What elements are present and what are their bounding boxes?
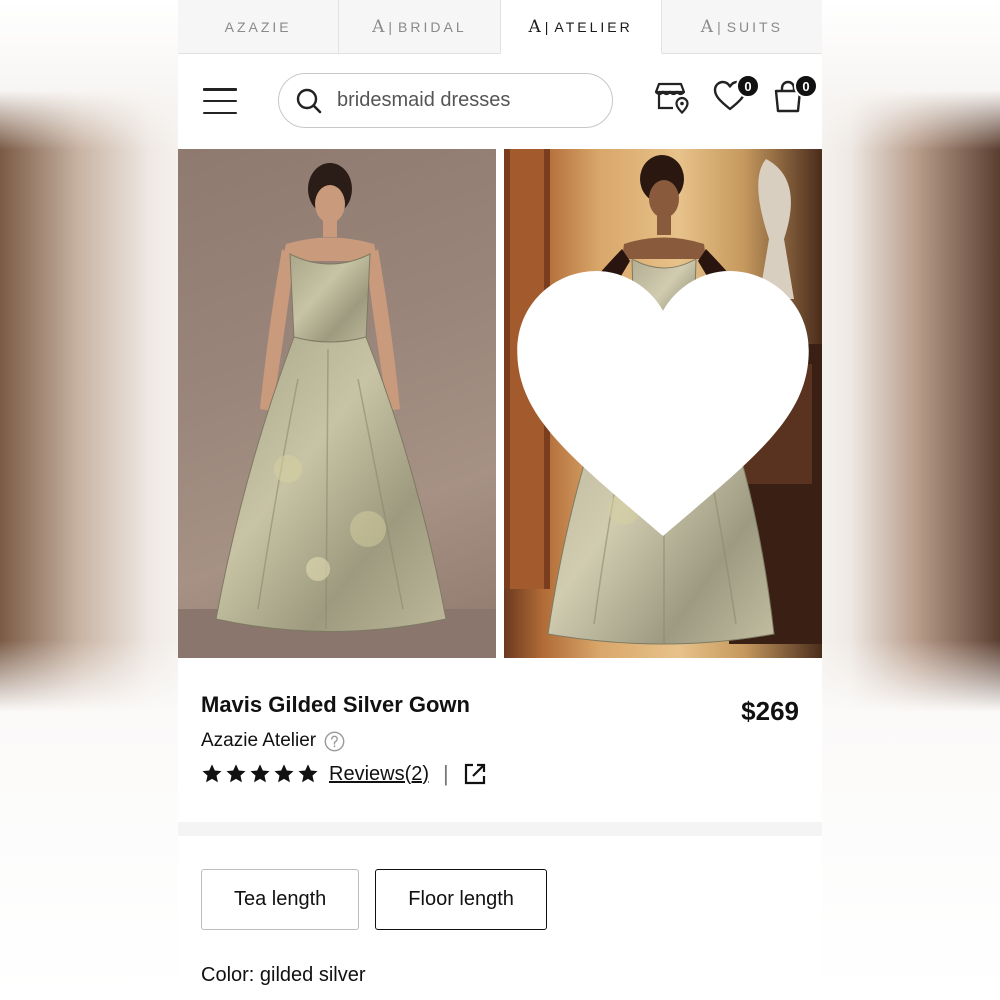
tab-bridal[interactable]: A | BRIDAL: [339, 0, 501, 53]
color-label: Color: gilded silver: [201, 964, 366, 986]
tab-atelier[interactable]: A | ATELIER: [500, 0, 662, 54]
star-icon: [226, 764, 246, 783]
length-option-floor[interactable]: Floor length: [375, 869, 547, 930]
search-input[interactable]: [337, 89, 587, 112]
wishlist-heart-icon[interactable]: 0: [712, 74, 760, 118]
length-option-tea[interactable]: Tea length: [201, 869, 360, 930]
store-locator-icon[interactable]: [654, 78, 690, 118]
share-external-icon[interactable]: [463, 762, 487, 786]
tab-separator: |: [544, 18, 549, 35]
favorite-heart-icon[interactable]: [504, 149, 822, 658]
help-icon[interactable]: [324, 731, 345, 752]
divider: |: [443, 761, 449, 786]
rating-line: Reviews(2) |: [201, 761, 487, 787]
product-photo-front[interactable]: [178, 149, 496, 658]
product-page: AZAZIE A | BRIDAL A | ATELIER A | SUITS: [178, 0, 822, 1000]
product-price: $269: [741, 696, 799, 726]
product-gallery: [178, 149, 822, 658]
shopping-bag-icon[interactable]: 0: [770, 74, 818, 118]
product-info: Mavis Gilded Silver Gown $269 Azazie Ate…: [178, 658, 822, 822]
section-divider: [178, 822, 822, 836]
reviews-link[interactable]: Reviews(2): [329, 763, 429, 786]
tab-bridal-label: BRIDAL: [398, 18, 467, 35]
star-icon: [298, 764, 318, 783]
tab-suits[interactable]: A | SUITS: [661, 0, 822, 53]
azazie-logo-icon: A: [700, 16, 714, 37]
tab-azazie[interactable]: AZAZIE: [178, 0, 340, 53]
site-header: 0 0: [178, 54, 822, 148]
tab-azazie-label: AZAZIE: [224, 18, 292, 35]
header-icons: 0 0: [654, 74, 818, 118]
brand-line: Azazie Atelier: [201, 730, 345, 752]
product-photo-styled[interactable]: [504, 149, 822, 658]
brand-name: Azazie Atelier: [201, 730, 317, 751]
cart-count-badge: 0: [794, 74, 818, 98]
tab-atelier-label: ATELIER: [554, 18, 633, 35]
search-icon: [296, 88, 322, 113]
tab-separator: |: [717, 18, 721, 35]
azazie-logo-icon: A: [372, 16, 385, 37]
star-rating: [201, 763, 319, 785]
star-icon: [202, 764, 222, 783]
hamburger-menu-icon[interactable]: [203, 88, 237, 114]
tab-separator: |: [388, 18, 393, 35]
tab-suits-label: SUITS: [726, 18, 783, 35]
brand-tabs: AZAZIE A | BRIDAL A | ATELIER A | SUITS: [178, 0, 822, 54]
wishlist-count-badge: 0: [736, 74, 760, 98]
azazie-logo-icon: A: [528, 16, 541, 37]
search-bar[interactable]: [278, 73, 613, 128]
star-icon: [250, 764, 270, 783]
length-options: Tea length Floor length: [201, 869, 547, 930]
product-name: Mavis Gilded Silver Gown: [201, 692, 470, 717]
star-icon: [274, 764, 294, 783]
